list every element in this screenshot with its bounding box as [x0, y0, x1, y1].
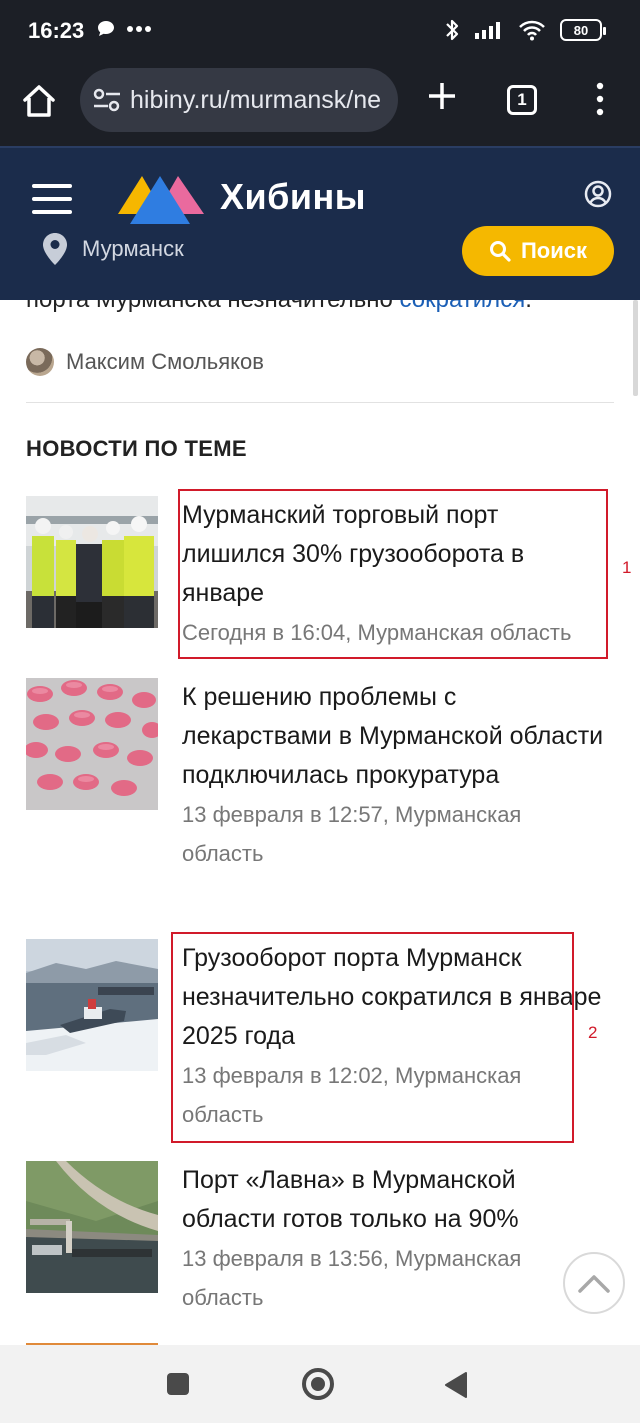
news-title[interactable]: Порт «Лавна» в Мурманской области готов … — [182, 1161, 606, 1239]
article-text-fragment: порта Мурманска незначительно сократился… — [26, 300, 532, 314]
site-logo-text[interactable]: Хибины — [220, 176, 366, 218]
article-content: порта Мурманска незначительно сократился… — [0, 300, 640, 1345]
news-meta: 13 февраля в 13:56, Мурманская область — [182, 1246, 522, 1310]
search-button[interactable]: Поиск — [462, 226, 614, 276]
chevron-up-icon — [578, 1275, 610, 1293]
bluetooth-icon — [446, 19, 459, 41]
recent-apps-button[interactable] — [167, 1373, 189, 1395]
signal-icon — [475, 22, 500, 39]
news-thumbnail-workers[interactable] — [26, 496, 158, 628]
article-inline-link[interactable]: сократился — [400, 300, 526, 313]
system-navigation-bar — [0, 1345, 640, 1423]
more-dots-icon — [127, 26, 151, 32]
site-settings-icon[interactable] — [92, 87, 122, 113]
search-icon — [489, 241, 511, 262]
chat-bubble-icon — [98, 21, 114, 36]
highlight-box-1 — [178, 489, 608, 659]
search-label: Поиск — [520, 238, 588, 263]
hamburger-menu-button[interactable] — [32, 184, 72, 214]
battery-icon: 80 — [560, 19, 606, 41]
scrollbar-thumb[interactable] — [633, 300, 638, 396]
news-title[interactable]: К решению проблемы с лекарствами в Мурма… — [182, 678, 606, 795]
home-icon[interactable] — [20, 82, 58, 120]
news-thumbnail-port[interactable] — [26, 1161, 158, 1293]
url-text: hibiny.ru/murmansk/ne — [130, 85, 382, 114]
article-text-end: . — [525, 300, 532, 313]
menu-dots-icon[interactable] — [590, 80, 610, 118]
highlight-label-2: 2 — [588, 1023, 598, 1042]
status-bar: 16:23 80 — [0, 0, 640, 64]
browser-toolbar: hibiny.ru/murmansk/ne 1 — [0, 64, 640, 146]
site-header: Хибины Мурманск Поиск — [0, 146, 640, 300]
author-name: Максим Смольяков — [66, 349, 264, 374]
news-meta: 13 февраля в 12:57, Мурманская область — [182, 802, 522, 866]
tab-switcher-button[interactable]: 1 — [507, 85, 537, 115]
back-button-icon[interactable] — [444, 1371, 468, 1399]
new-tab-icon[interactable] — [424, 78, 460, 114]
city-selector[interactable]: Мурманск — [42, 232, 184, 266]
article-text: порта Мурманска незначительно — [26, 300, 400, 313]
battery-level: 80 — [573, 22, 589, 38]
highlight-label-1: 1 — [622, 558, 632, 577]
news-thumbnail-icebreaker[interactable] — [26, 939, 158, 1071]
status-time: 16:23 — [28, 18, 85, 43]
home-button[interactable] — [302, 1368, 334, 1400]
city-name: Мурманск — [82, 236, 184, 261]
highlight-box-2 — [171, 932, 574, 1143]
user-account-icon[interactable] — [584, 180, 612, 208]
author-avatar — [26, 348, 54, 376]
wifi-icon — [519, 20, 545, 41]
article-author[interactable]: Максим Смольяков — [26, 348, 264, 376]
scroll-to-top-button[interactable] — [563, 1252, 625, 1314]
tab-count: 1 — [517, 90, 527, 109]
address-bar[interactable]: hibiny.ru/murmansk/ne — [80, 68, 398, 132]
khibiny-logo-icon[interactable] — [116, 170, 206, 226]
related-news-heading: НОВОСТИ ПО ТЕМЕ — [26, 436, 247, 461]
news-thumbnail-pills[interactable] — [26, 678, 158, 810]
location-pin-icon — [43, 233, 67, 265]
divider — [26, 402, 614, 403]
